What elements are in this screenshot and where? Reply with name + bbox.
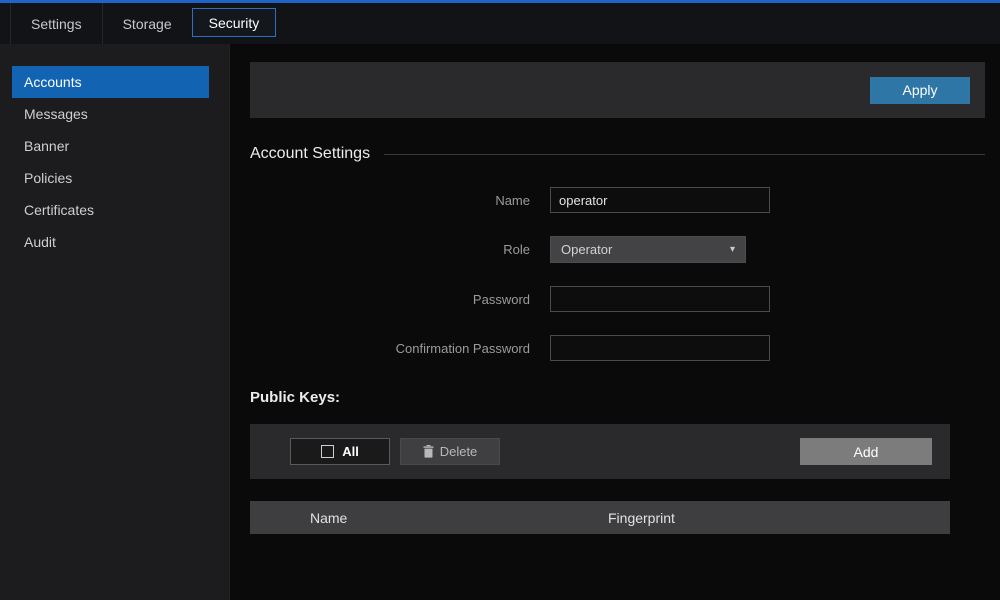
form-row-confirmation: Confirmation Password: [250, 335, 985, 361]
name-input[interactable]: [550, 187, 770, 213]
tab-settings[interactable]: Settings: [10, 3, 102, 44]
select-all-label: All: [342, 444, 359, 459]
role-label: Role: [250, 242, 530, 257]
section-header: Account Settings: [250, 145, 985, 163]
delete-label: Delete: [440, 444, 478, 459]
page-title: Account Settings: [250, 145, 370, 163]
checkbox-icon: [321, 445, 334, 458]
sidebar-item-audit[interactable]: Audit: [0, 226, 229, 258]
page-layout: Accounts Messages Banner Policies Certif…: [0, 44, 1000, 600]
sidebar-item-certificates[interactable]: Certificates: [0, 194, 229, 226]
form-row-role: Role Operator ▾: [250, 236, 985, 263]
add-button[interactable]: Add: [800, 438, 932, 465]
name-label: Name: [250, 193, 530, 208]
sidebar: Accounts Messages Banner Policies Certif…: [0, 44, 230, 600]
role-dropdown[interactable]: Operator ▾: [550, 236, 746, 263]
password-input[interactable]: [550, 286, 770, 312]
chevron-down-icon: ▾: [730, 244, 735, 255]
column-header-fingerprint: Fingerprint: [608, 510, 950, 526]
delete-button[interactable]: Delete: [400, 438, 500, 465]
sidebar-item-accounts[interactable]: Accounts: [12, 66, 209, 98]
column-header-name: Name: [310, 510, 608, 526]
form-row-name: Name: [250, 187, 985, 213]
password-label: Password: [250, 292, 530, 307]
section-divider: [384, 154, 985, 155]
tab-security[interactable]: Security: [192, 8, 277, 37]
sidebar-item-messages[interactable]: Messages: [0, 98, 229, 130]
apply-toolbar: Apply: [250, 62, 985, 118]
public-keys-table-header: Name Fingerprint: [250, 501, 950, 534]
apply-button[interactable]: Apply: [870, 77, 970, 104]
trash-icon: [423, 445, 434, 458]
form-row-password: Password: [250, 286, 985, 312]
top-tab-bar: Settings Storage Security: [0, 3, 1000, 44]
sidebar-item-banner[interactable]: Banner: [0, 130, 229, 162]
public-keys-title: Public Keys:: [250, 389, 985, 406]
select-all-button[interactable]: All: [290, 438, 390, 465]
tab-storage[interactable]: Storage: [102, 3, 192, 44]
account-form: Name Role Operator ▾ Password Confirmati…: [250, 187, 985, 361]
main-content: Apply Account Settings Name Role Operato…: [230, 44, 1000, 600]
public-keys-toolbar: All Delete Add: [250, 424, 950, 479]
public-keys-section: All Delete Add Name Fingerprint: [250, 424, 950, 534]
sidebar-item-policies[interactable]: Policies: [0, 162, 229, 194]
confirmation-password-input[interactable]: [550, 335, 770, 361]
confirmation-password-label: Confirmation Password: [250, 341, 530, 356]
role-selected-value: Operator: [561, 242, 612, 257]
